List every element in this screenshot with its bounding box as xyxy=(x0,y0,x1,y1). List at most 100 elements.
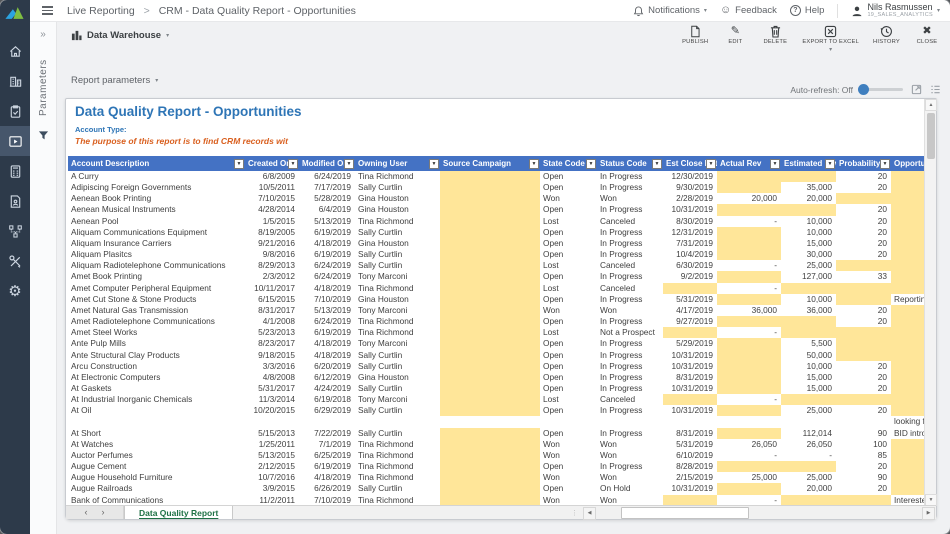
sidebar-item-tools[interactable] xyxy=(0,246,30,276)
grid-cell: 6/19/2019 xyxy=(299,249,355,260)
scrollbar-resize-handle[interactable]: ⋮ xyxy=(571,509,578,517)
sidebar-item-workflow[interactable] xyxy=(0,216,30,246)
help-button[interactable]: ? Help xyxy=(790,5,825,16)
grid-cell: In Progress xyxy=(597,461,663,472)
sidebar-item-home[interactable] xyxy=(0,36,30,66)
grid-cell: In Progress xyxy=(597,383,663,394)
help-icon: ? xyxy=(790,5,801,16)
sidebar-item-budgeting[interactable] xyxy=(0,156,30,186)
horizontal-scrollbar-thumb[interactable] xyxy=(621,507,749,519)
list-icon[interactable] xyxy=(930,84,941,95)
grid-cell: Won xyxy=(540,495,597,506)
popout-icon[interactable] xyxy=(911,84,922,95)
grid-cell xyxy=(717,182,781,193)
grid-cell: 20 xyxy=(836,249,891,260)
hamburger-menu-icon[interactable] xyxy=(42,6,53,14)
grid-cell: In Progress xyxy=(597,249,663,260)
data-grid: Account Description▼Created On▼Modified … xyxy=(68,156,925,506)
parameters-panel-collapsed[interactable]: » Parameters xyxy=(30,22,57,534)
filter-dropdown-icon[interactable]: ▼ xyxy=(234,159,244,169)
breadcrumb-section[interactable]: Live Reporting xyxy=(67,5,135,17)
edit-button[interactable]: ✎ EDIT xyxy=(722,25,748,53)
chevron-down-icon[interactable]: ▾ xyxy=(829,46,832,53)
scroll-left-icon[interactable]: ◀ xyxy=(583,507,596,520)
column-header: Modified On▼ xyxy=(299,156,355,171)
sidebar-item-companies[interactable] xyxy=(0,66,30,96)
publish-button[interactable]: PUBLISH xyxy=(682,25,708,53)
grid-cell xyxy=(440,394,540,405)
table-row: Adipiscing Foreign Governments10/5/20117… xyxy=(68,182,925,193)
grid-cell: In Progress xyxy=(597,316,663,327)
app-window: ⚙ » Parameters Live Reporting > CRM - Da… xyxy=(0,0,950,534)
grid-cell: 90 xyxy=(836,472,891,483)
grid-header: Account Description▼Created On▼Modified … xyxy=(68,156,925,171)
grid-cell xyxy=(891,316,925,327)
grid-cell: 5,500 xyxy=(781,338,836,349)
table-row: Aenean Musical Instruments4/28/20146/4/2… xyxy=(68,204,925,215)
filter-dropdown-icon[interactable]: ▼ xyxy=(825,159,835,169)
column-header: State Code▼ xyxy=(540,156,597,171)
filter-dropdown-icon[interactable]: ▼ xyxy=(880,159,890,169)
grid-cell: At Oil xyxy=(68,405,245,416)
user-menu[interactable]: Nils Rasmussen 19_SALES_ANALYTICS ▾ xyxy=(851,3,940,19)
filter-dropdown-icon[interactable]: ▼ xyxy=(429,159,439,169)
previous-sheet-icon[interactable]: ‹ xyxy=(85,508,88,517)
grid-cell xyxy=(440,428,540,439)
grid-cell: Canceled xyxy=(597,283,663,294)
history-button[interactable]: HISTORY xyxy=(873,25,900,53)
filter-dropdown-icon[interactable]: ▼ xyxy=(529,159,539,169)
notifications-button[interactable]: Notifications ▾ xyxy=(633,5,707,17)
grid-cell: In Progress xyxy=(597,338,663,349)
grid-cell: Sally Curtlin xyxy=(355,383,440,394)
breadcrumb-page: CRM - Data Quality Report - Opportunitie… xyxy=(159,5,356,17)
grid-cell: 12/31/2019 xyxy=(663,227,717,238)
filter-dropdown-icon[interactable]: ▼ xyxy=(706,159,716,169)
grid-cell: Open xyxy=(540,428,597,439)
vertical-scrollbar-thumb[interactable] xyxy=(927,113,935,159)
grid-cell xyxy=(781,283,836,294)
grid-cell: 12/30/2019 xyxy=(663,171,717,182)
close-button[interactable]: ✖ CLOSE xyxy=(914,25,940,53)
filter-dropdown-icon[interactable]: ▼ xyxy=(586,159,596,169)
grid-cell: Open xyxy=(540,271,597,282)
sidebar-item-user-documents[interactable] xyxy=(0,186,30,216)
grid-cell: Aliquam Insurance Carriers xyxy=(68,238,245,249)
filter-dropdown-icon[interactable]: ▼ xyxy=(652,159,662,169)
grid-cell: Tina Richmond xyxy=(355,283,440,294)
data-source-selector[interactable]: Data Warehouse ▾ xyxy=(71,30,169,41)
grid-cell: 127,000 xyxy=(781,271,836,282)
grid-cell xyxy=(781,204,836,215)
slider-knob[interactable] xyxy=(858,84,869,95)
vertical-scrollbar[interactable]: ▲ ▼ xyxy=(924,99,936,506)
sheet-tab-active[interactable]: Data Quality Report xyxy=(124,506,233,519)
table-row: Aliquam Insurance Carriers9/21/20164/18/… xyxy=(68,238,925,249)
export-to-excel-button[interactable]: EXPORT TO EXCEL ▾ xyxy=(802,25,859,53)
filter-dropdown-icon[interactable]: ▼ xyxy=(770,159,780,169)
grid-cell: 9/27/2019 xyxy=(663,316,717,327)
sidebar-item-settings[interactable]: ⚙ xyxy=(0,276,30,306)
grid-cell: 6/19/2019 xyxy=(299,227,355,238)
auto-refresh-slider[interactable] xyxy=(861,88,903,91)
sidebar-item-reports[interactable] xyxy=(0,126,30,156)
grid-cell xyxy=(440,472,540,483)
scroll-up-icon[interactable]: ▲ xyxy=(925,99,937,111)
grid-cell xyxy=(717,271,781,282)
grid-cell: 15,000 xyxy=(781,238,836,249)
grid-cell: 10/7/2016 xyxy=(245,472,299,483)
grid-cell xyxy=(440,305,540,316)
grid-cell: 8/31/2017 xyxy=(245,305,299,316)
grid-cell xyxy=(891,249,925,260)
feedback-button[interactable]: ☺ Feedback xyxy=(720,5,777,16)
grid-cell: 10,000 xyxy=(781,294,836,305)
grid-cell: 4/24/2019 xyxy=(299,383,355,394)
filter-dropdown-icon[interactable]: ▼ xyxy=(288,159,298,169)
expand-panel-icon[interactable]: » xyxy=(40,29,46,40)
filter-dropdown-icon[interactable]: ▼ xyxy=(344,159,354,169)
sidebar-item-tasks[interactable] xyxy=(0,96,30,126)
report-parameters-dropdown[interactable]: Report parameters ▾ xyxy=(71,75,158,86)
next-sheet-icon[interactable]: › xyxy=(102,508,105,517)
grid-cell: Lost xyxy=(540,260,597,271)
grid-cell: 6/26/2019 xyxy=(299,483,355,494)
delete-button[interactable]: DELETE xyxy=(762,25,788,53)
scroll-right-icon[interactable]: ▶ xyxy=(922,507,935,520)
